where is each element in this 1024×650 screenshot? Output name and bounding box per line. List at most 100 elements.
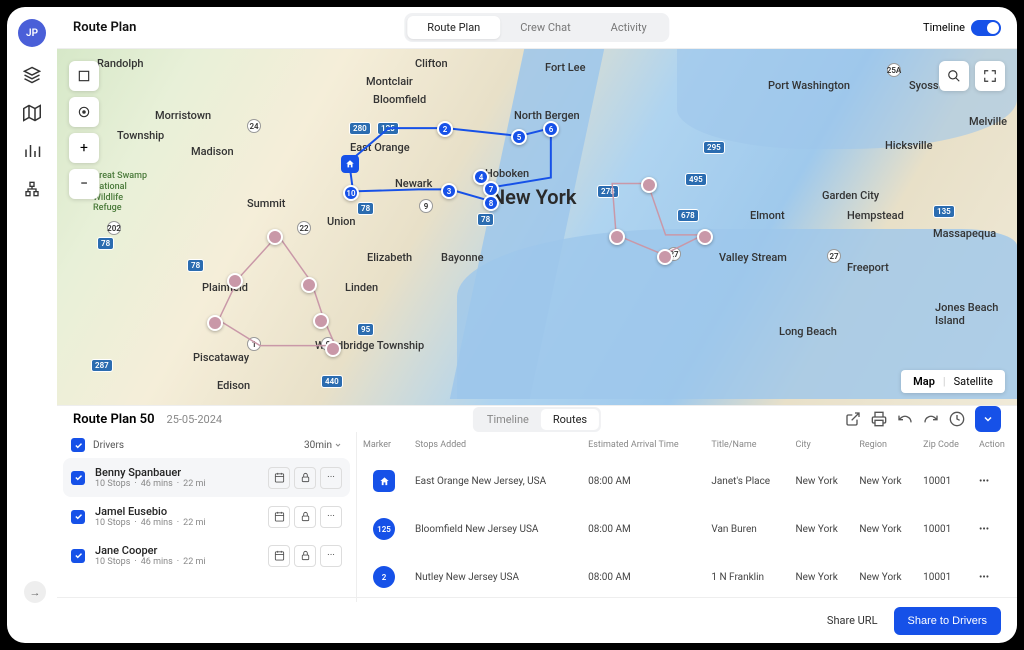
stop-marker[interactable]: 3: [441, 183, 457, 199]
route-shield: 24: [247, 119, 261, 133]
map-city-label: Elmont: [750, 209, 785, 222]
stop-marker[interactable]: 6: [543, 121, 559, 137]
driver-name: Jamel Eusebio: [95, 505, 258, 518]
stop-marker-inactive[interactable]: [641, 177, 657, 193]
more-icon[interactable]: ···: [320, 467, 342, 489]
redo-icon[interactable]: [923, 411, 939, 427]
stop-marker-inactive[interactable]: [609, 229, 625, 245]
driver-checkbox[interactable]: [71, 471, 85, 485]
map-city-label: Morristown: [155, 109, 211, 122]
route-shield: 27: [827, 249, 841, 263]
zoom-in-icon[interactable]: +: [69, 133, 99, 163]
map-city-label: Valley Stream: [719, 251, 787, 264]
map-city-label: North Bergen: [514, 109, 580, 122]
zoom-out-icon[interactable]: −: [69, 169, 99, 199]
share-to-drivers-button[interactable]: Share to Drivers: [894, 607, 1001, 635]
driver-name: Benny Spanbauer: [95, 466, 258, 479]
panel-tab-timeline[interactable]: Timeline: [475, 409, 541, 430]
lock-icon[interactable]: [294, 467, 316, 489]
route-shield: 78: [477, 213, 494, 226]
map-icon[interactable]: [22, 103, 42, 123]
map-type-map[interactable]: Map: [909, 375, 939, 388]
undo-icon[interactable]: [897, 411, 913, 427]
route-shield: 78: [357, 202, 374, 215]
stop-marker-inactive[interactable]: [227, 273, 243, 289]
lock-icon[interactable]: [294, 545, 316, 567]
calendar-icon[interactable]: [268, 506, 290, 528]
open-icon[interactable]: [845, 411, 861, 427]
route-shield: 440: [321, 375, 343, 388]
stop-marker-inactive[interactable]: [301, 277, 317, 293]
org-icon[interactable]: [22, 179, 42, 199]
map-city-label: Jones Beach Island: [935, 301, 1017, 327]
more-icon[interactable]: ···: [320, 545, 342, 567]
collapse-panel-button[interactable]: [975, 406, 1001, 432]
driver-row[interactable]: Jane Cooper10 Stops·46 mins·22 mi···: [57, 536, 356, 575]
time-filter-dropdown[interactable]: 30min: [304, 440, 342, 451]
more-icon[interactable]: ···: [320, 506, 342, 528]
row-more-icon[interactable]: •••: [979, 476, 989, 487]
stop-marker[interactable]: 10: [343, 185, 359, 201]
driver-name: Jane Cooper: [95, 544, 258, 557]
lock-icon[interactable]: [294, 506, 316, 528]
map-canvas[interactable]: New York Great Swamp National Wildlife R…: [57, 49, 1017, 405]
locate-icon[interactable]: [69, 97, 99, 127]
stop-marker[interactable]: 5: [511, 129, 527, 145]
home-marker[interactable]: [341, 155, 359, 173]
history-icon[interactable]: [949, 411, 965, 427]
share-url-link[interactable]: Share URL: [827, 614, 878, 627]
map-city-label: Clifton: [415, 57, 448, 70]
map-city-label: Long Beach: [779, 325, 837, 338]
stop-row[interactable]: 2Nutley New Jersey USA08:00 AM1 N Frankl…: [359, 554, 1015, 600]
driver-checkbox[interactable]: [71, 549, 85, 563]
stop-marker-inactive[interactable]: [697, 229, 713, 245]
user-avatar[interactable]: JP: [18, 19, 46, 47]
table-header: Action: [975, 434, 1015, 456]
tab-activity[interactable]: Activity: [591, 16, 667, 39]
fullscreen-icon[interactable]: [975, 61, 1005, 91]
route-shield: 25A: [887, 63, 901, 77]
chart-icon[interactable]: [22, 141, 42, 161]
stop-row[interactable]: East Orange New Jersey, USA08:00 AMJanet…: [359, 458, 1015, 504]
calendar-icon[interactable]: [268, 467, 290, 489]
stop-row[interactable]: 125Bloomfield New Jersey USA08:00 AMVan …: [359, 506, 1015, 552]
stop-marker[interactable]: 2: [437, 121, 453, 137]
route-shield: 135: [933, 205, 955, 218]
map-label-newyork: New York: [491, 185, 576, 209]
polygon-tool-icon[interactable]: [69, 61, 99, 91]
row-more-icon[interactable]: •••: [979, 524, 989, 535]
calendar-icon[interactable]: [268, 545, 290, 567]
expand-sidebar-button[interactable]: →: [24, 581, 46, 603]
map-city-label: Linden: [345, 281, 378, 294]
print-icon[interactable]: [871, 411, 887, 427]
stop-marker-inactive[interactable]: [657, 249, 673, 265]
stop-marker-inactive[interactable]: [207, 315, 223, 331]
row-more-icon[interactable]: •••: [979, 572, 989, 583]
driver-checkbox[interactable]: [71, 510, 85, 524]
map-city-label: Piscataway: [193, 351, 249, 364]
stop-marker[interactable]: 8: [483, 195, 499, 211]
tab-route-plan[interactable]: Route Plan: [407, 16, 500, 39]
driver-row[interactable]: Jamel Eusebio10 Stops·46 mins·22 mi···: [57, 497, 356, 536]
map-city-label: Edison: [217, 379, 250, 392]
search-map-icon[interactable]: [939, 61, 969, 91]
route-shield: 22: [297, 221, 311, 235]
plan-name: Route Plan 50: [73, 412, 155, 427]
stop-number: 125: [373, 518, 395, 540]
map-city-label: Newark: [395, 177, 432, 190]
map-type-switch[interactable]: Map | Satellite: [901, 370, 1005, 393]
stop-marker-inactive[interactable]: [267, 229, 283, 245]
stop-marker-inactive[interactable]: [325, 341, 341, 357]
panel-tab-routes[interactable]: Routes: [541, 409, 599, 430]
route-shield: 678: [677, 209, 699, 222]
table-header: Zip Code: [919, 434, 973, 456]
driver-row[interactable]: Benny Spanbauer10 Stops·46 mins·22 mi···: [63, 458, 350, 497]
map-city-label: Madison: [191, 145, 234, 158]
select-all-drivers-checkbox[interactable]: [71, 438, 85, 452]
tab-crew-chat[interactable]: Crew Chat: [500, 16, 590, 39]
timeline-label: Timeline: [923, 21, 965, 34]
stop-marker-inactive[interactable]: [313, 313, 329, 329]
map-type-satellite[interactable]: Satellite: [950, 375, 997, 388]
timeline-toggle[interactable]: [971, 20, 1001, 36]
layers-icon[interactable]: [22, 65, 42, 85]
